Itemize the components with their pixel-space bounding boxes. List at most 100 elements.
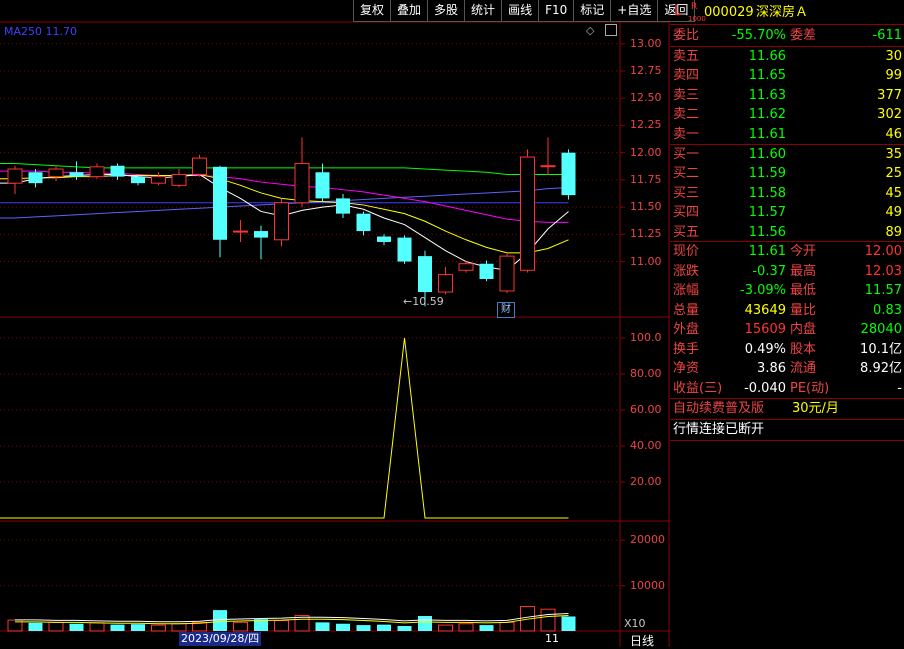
buys-row[interactable]: 买五 11.56 89 bbox=[670, 223, 904, 242]
low-price-marker: ←10.59 bbox=[403, 295, 444, 308]
volume-bar bbox=[458, 623, 474, 632]
toolbar-button-3[interactable]: 统计 bbox=[464, 0, 503, 22]
sells-row[interactable]: 卖四 11.65 99 bbox=[670, 66, 904, 85]
candle-body bbox=[458, 263, 474, 271]
volume-bar bbox=[110, 624, 125, 631]
candle-body bbox=[336, 198, 350, 214]
promo-price: 30元/月 bbox=[792, 401, 839, 416]
buys-row[interactable]: 买一 11.60 35 bbox=[670, 145, 904, 164]
candle-body bbox=[28, 172, 43, 184]
sells-volume: 46 bbox=[885, 126, 902, 142]
candle-body bbox=[7, 168, 23, 184]
price_axis-axis-label: 12.50 bbox=[630, 91, 662, 105]
buys-row[interactable]: 买四 11.57 49 bbox=[670, 203, 904, 222]
stat-value-2: 0.83 bbox=[873, 302, 902, 318]
window-box-icon[interactable] bbox=[605, 24, 617, 36]
stat-value: 3.86 bbox=[757, 361, 786, 376]
sells-volume: 377 bbox=[877, 87, 902, 103]
stat-value-2: 28040 bbox=[860, 322, 902, 337]
candle-body bbox=[418, 256, 432, 293]
candle-body bbox=[213, 166, 227, 240]
stat-label: 涨幅 bbox=[673, 283, 700, 298]
finance-marker[interactable]: 财 bbox=[497, 302, 515, 318]
buys-row[interactable]: 买三 11.58 45 bbox=[670, 184, 904, 203]
sells-row[interactable]: 卖一 11.61 46 bbox=[670, 125, 904, 144]
ind_axis-axis-label: 60.00 bbox=[630, 403, 662, 416]
volume-bar bbox=[48, 621, 64, 632]
toolbar-button-5[interactable]: F10 bbox=[538, 0, 575, 22]
stat-label: 现价 bbox=[673, 244, 700, 259]
volume-bar bbox=[377, 624, 391, 631]
buys-price: 11.57 bbox=[748, 205, 786, 221]
candle-body bbox=[315, 172, 330, 199]
stat-label: 总量 bbox=[673, 302, 700, 318]
stat-value: 0.49% bbox=[744, 341, 786, 357]
buys-price: 11.59 bbox=[748, 166, 786, 182]
stat-label-2: 今开 bbox=[790, 244, 817, 259]
stat-value: -3.09% bbox=[740, 283, 786, 298]
stock-header: L R 1000 000029 深深房Ａ bbox=[670, 2, 904, 24]
indicator-line bbox=[0, 337, 569, 519]
ma250-label: MA250 11.70 bbox=[4, 25, 77, 38]
sells-label: 卖二 bbox=[673, 107, 700, 123]
volume-bar bbox=[213, 610, 227, 631]
toolbar-button-1[interactable]: 叠加 bbox=[390, 0, 429, 22]
stat-value: 43649 bbox=[744, 302, 786, 318]
sells-volume: 30 bbox=[885, 49, 902, 64]
toolbar-button-7[interactable]: +自选 bbox=[610, 0, 659, 22]
weibi-label: 委比 bbox=[673, 28, 700, 43]
stat-value: -0.37 bbox=[752, 263, 786, 279]
candle-body bbox=[110, 165, 125, 177]
volume-bar bbox=[69, 623, 84, 631]
stat-label: 净资 bbox=[673, 361, 700, 376]
stat-value: 11.61 bbox=[748, 244, 786, 259]
stat-value-2: - bbox=[897, 380, 902, 396]
volume-bar bbox=[89, 622, 105, 632]
stock-code: 000029 bbox=[704, 5, 754, 20]
buys-price: 11.60 bbox=[748, 147, 786, 162]
volume-bar bbox=[171, 623, 187, 632]
candle-body bbox=[233, 230, 248, 233]
candle-body bbox=[171, 173, 187, 186]
sells-label: 卖五 bbox=[673, 49, 700, 64]
stat-row: 总量 43649 量比 0.83 bbox=[670, 301, 904, 320]
toolbar-button-6[interactable]: 标记 bbox=[573, 0, 612, 22]
candle-body bbox=[69, 172, 84, 177]
sells-row[interactable]: 卖三 11.63 377 bbox=[670, 86, 904, 105]
toolbar-button-4[interactable]: 画线 bbox=[501, 0, 540, 22]
candle-body bbox=[294, 163, 310, 204]
axis-end-label: 11 bbox=[545, 632, 559, 645]
connection-status: 行情连接已断开 bbox=[673, 422, 765, 437]
stat-label-2: 最低 bbox=[790, 283, 817, 298]
candle-body bbox=[131, 176, 145, 184]
price_axis-axis-label: 11.75 bbox=[630, 172, 662, 186]
buys-volume: 49 bbox=[885, 205, 902, 221]
candle-body bbox=[377, 236, 391, 242]
toolbar-button-2[interactable]: 多股 bbox=[427, 0, 466, 22]
sells-row[interactable]: 卖五 11.66 30 bbox=[670, 47, 904, 66]
toolbar-button-0[interactable]: 复权 bbox=[353, 0, 392, 22]
period-label[interactable]: 日线 bbox=[630, 632, 654, 649]
stat-value-2: 8.92亿 bbox=[860, 361, 902, 376]
price_axis-axis-label: 11.00 bbox=[630, 254, 662, 268]
diamond-icon[interactable]: ◇ bbox=[586, 24, 594, 37]
vol_axis-axis-label: 20000 bbox=[630, 533, 665, 547]
volume-ma5-line bbox=[15, 613, 569, 623]
vol_axis-axis-label: 10000 bbox=[630, 578, 665, 592]
volume-bar bbox=[131, 624, 145, 631]
price_axis-axis-label: 11.25 bbox=[630, 227, 662, 241]
stat-value: 15609 bbox=[744, 322, 786, 337]
sells-label: 卖三 bbox=[673, 87, 700, 103]
buys-label: 买一 bbox=[673, 147, 700, 162]
stat-label-2: 股本 bbox=[790, 341, 817, 357]
status-row: 行情连接已断开 bbox=[670, 420, 904, 439]
promo-row[interactable]: 自动续费普及版 30元/月 bbox=[670, 399, 904, 418]
sells-row[interactable]: 卖二 11.62 302 bbox=[670, 105, 904, 124]
volume-bar bbox=[356, 625, 371, 631]
buys-row[interactable]: 买二 11.59 25 bbox=[670, 164, 904, 183]
volume-bar bbox=[336, 623, 350, 631]
stat-row: 涨跌 -0.37 最高 12.03 bbox=[670, 262, 904, 281]
weibi-row: 委比 -55.70% 委差 -611 bbox=[670, 26, 904, 45]
stat-label: 涨跌 bbox=[673, 263, 700, 279]
kline-chart[interactable] bbox=[0, 0, 670, 647]
